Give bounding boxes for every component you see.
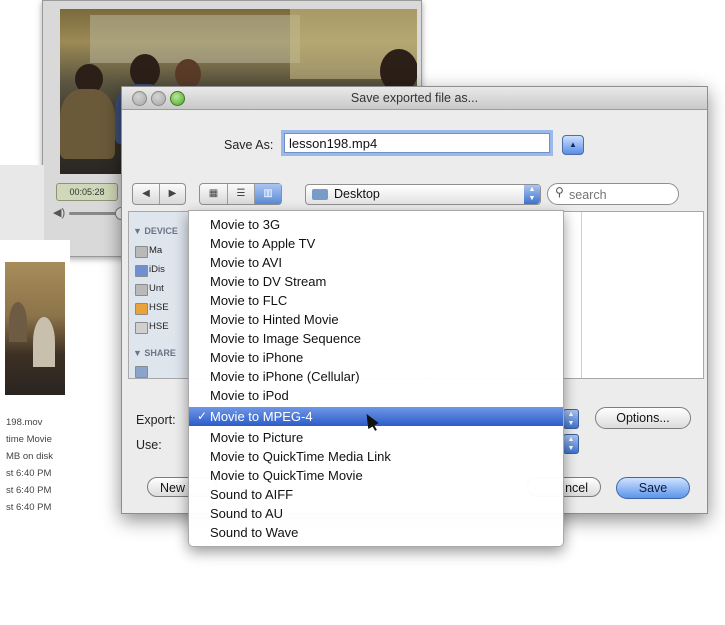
- file-info-line: time Movie: [6, 434, 52, 445]
- menu-item[interactable]: Movie to Picture: [189, 428, 563, 447]
- timecode-display: 00:05:28: [56, 183, 118, 201]
- speaker-icon[interactable]: ◀): [53, 206, 65, 219]
- save-as-filename-input[interactable]: [284, 133, 550, 153]
- idisk-icon: [135, 265, 148, 277]
- location-label: Desktop: [334, 187, 380, 201]
- menu-item[interactable]: Movie to iPhone: [189, 348, 563, 367]
- menu-item-label: Movie to AVI: [210, 255, 283, 270]
- menu-item-label: Movie to MPEG-4: [210, 409, 313, 424]
- file-info-line: st 6:40 PM: [6, 468, 52, 479]
- menu-item[interactable]: Movie to Apple TV: [189, 234, 563, 253]
- expand-dialog-button[interactable]: ▲: [562, 135, 584, 155]
- menu-item[interactable]: Movie to AVI: [189, 253, 563, 272]
- menu-item-label: Movie to DV Stream: [210, 274, 327, 289]
- menu-item-label: Movie to iPhone: [210, 350, 304, 365]
- back-arrow-icon[interactable]: ◀: [133, 184, 160, 204]
- menu-item-label: Movie to 3G: [210, 217, 281, 232]
- browser-sidebar: ▼ DEVICE Ma iDis Unt HSE HSE ▼ SHARE: [129, 212, 190, 378]
- thumb-figure: [33, 317, 55, 367]
- volume-icon: [135, 303, 148, 315]
- popup-arrows-icon: ▲ ▼: [524, 185, 540, 204]
- video-person: [175, 59, 201, 89]
- checkmark-icon: ✓: [197, 409, 208, 423]
- menu-item-label: Sound to AIFF: [210, 487, 294, 502]
- menu-item[interactable]: Movie to 3G: [189, 215, 563, 234]
- menu-item-label: Movie to iPhone (Cellular): [210, 369, 360, 384]
- sidebar-item-device[interactable]: HSE: [149, 321, 169, 332]
- file-info-lines: 198.mov time Movie MB on disk st 6:40 PM…: [6, 414, 72, 516]
- menu-item-label: Sound to AU: [210, 506, 283, 521]
- menu-item-label: Movie to Picture: [210, 430, 304, 445]
- video-person: [130, 54, 160, 88]
- folder-icon: [312, 189, 328, 200]
- dialog-title: Save exported file as...: [350, 91, 479, 105]
- sidebar-devices-header[interactable]: ▼ DEVICE: [133, 226, 178, 236]
- menu-item[interactable]: Movie to FLC: [189, 291, 563, 310]
- menu-item[interactable]: Movie to iPhone (Cellular): [189, 367, 563, 386]
- use-label: Use:: [136, 438, 162, 452]
- file-info-line: MB on disk: [6, 451, 53, 462]
- icon-view-icon[interactable]: ▦: [200, 184, 228, 204]
- column-view-icon[interactable]: ▥: [255, 184, 281, 204]
- search-input[interactable]: [567, 185, 671, 204]
- menu-item-label: Movie to Apple TV: [210, 236, 316, 251]
- sidebar-item-device[interactable]: HSE: [149, 302, 169, 313]
- menu-item-label: Movie to QuickTime Movie: [210, 468, 363, 483]
- menu-item[interactable]: Movie to iPod: [189, 386, 563, 405]
- view-mode-buttons: ▦ ☰ ▥: [199, 183, 282, 205]
- menu-item-label: Movie to QuickTime Media Link: [210, 449, 391, 464]
- file-info-line: 198.mov: [6, 417, 43, 428]
- left-panel-strip: [0, 165, 44, 240]
- location-popup[interactable]: Desktop ▲ ▼: [305, 184, 541, 205]
- save-as-label: Save As:: [224, 138, 274, 152]
- file-info-line: st 6:40 PM: [6, 485, 52, 496]
- network-icon: [135, 366, 148, 378]
- menu-item[interactable]: Movie to Hinted Movie: [189, 310, 563, 329]
- use-popup-arrows-icon[interactable]: ▲ ▼: [563, 434, 579, 454]
- search-icon: ⚲: [555, 185, 564, 199]
- file-info-line: st 6:40 PM: [6, 502, 52, 513]
- movie-thumbnail[interactable]: [5, 262, 65, 395]
- export-label: Export:: [136, 413, 176, 427]
- thumb-figure: [9, 302, 27, 342]
- browser-column[interactable]: [582, 212, 702, 378]
- menu-item-label: Sound to Wave: [210, 525, 299, 540]
- sidebar-item-device[interactable]: iDis: [149, 264, 165, 275]
- sidebar-header-text: SHARE: [144, 348, 176, 358]
- menu-item[interactable]: Movie to QuickTime Movie: [189, 466, 563, 485]
- menu-item-label: Movie to Image Sequence: [210, 331, 362, 346]
- menu-item-label: Movie to iPod: [210, 388, 289, 403]
- options-button[interactable]: Options...: [595, 407, 691, 429]
- video-person: [60, 89, 115, 159]
- export-format-menu: Movie to 3G Movie to Apple TV Movie to A…: [188, 210, 564, 547]
- dialog-titlebar[interactable]: Save exported file as...: [122, 87, 707, 110]
- export-popup-arrows-icon[interactable]: ▲ ▼: [563, 409, 579, 429]
- forward-arrow-icon[interactable]: ▶: [160, 184, 185, 204]
- sidebar-shared-header[interactable]: ▼ SHARE: [133, 348, 176, 358]
- disk-icon: [135, 246, 148, 258]
- menu-item[interactable]: Movie to Image Sequence: [189, 329, 563, 348]
- volume-icon: [135, 322, 148, 334]
- menu-item[interactable]: Sound to Wave: [189, 523, 563, 542]
- menu-item[interactable]: Sound to AU: [189, 504, 563, 523]
- menu-item-label: Movie to FLC: [210, 293, 288, 308]
- disk-icon: [135, 284, 148, 296]
- search-field[interactable]: ⚲: [547, 183, 679, 205]
- menu-item[interactable]: Sound to AIFF: [189, 485, 563, 504]
- video-board: [90, 15, 300, 63]
- sidebar-item-device[interactable]: Ma: [149, 245, 162, 256]
- list-view-icon[interactable]: ☰: [228, 184, 255, 204]
- sidebar-header-text: DEVICE: [144, 226, 178, 236]
- sidebar-item-device[interactable]: Unt: [149, 283, 164, 294]
- menu-item[interactable]: Movie to QuickTime Media Link: [189, 447, 563, 466]
- menu-item[interactable]: Movie to DV Stream: [189, 272, 563, 291]
- save-button[interactable]: Save: [616, 477, 690, 499]
- back-forward-buttons: ◀ ▶: [132, 183, 186, 205]
- menu-item-label: Movie to Hinted Movie: [210, 312, 339, 327]
